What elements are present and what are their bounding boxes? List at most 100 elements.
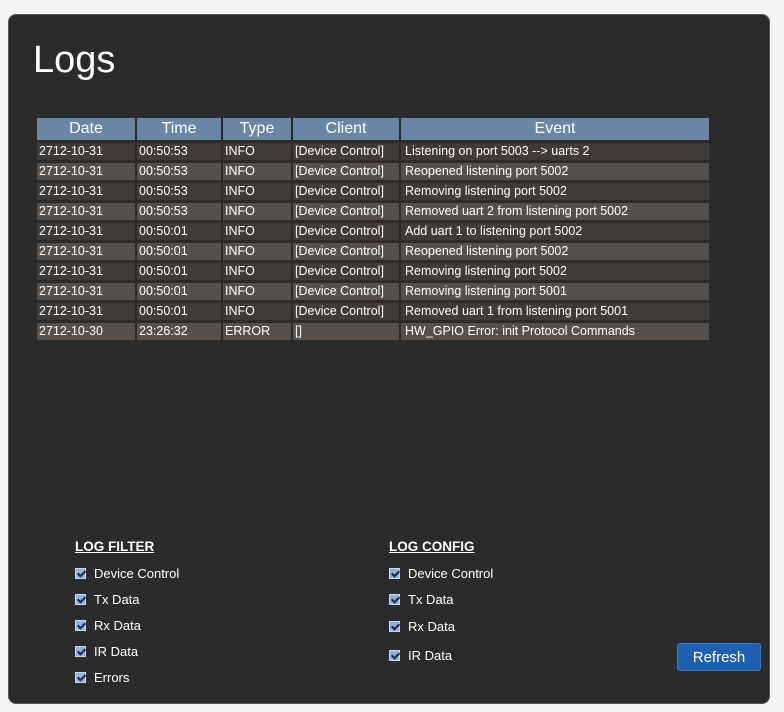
cell-client: [Device Control] xyxy=(293,303,399,320)
log-filter-item-label: Errors xyxy=(94,669,130,685)
log-config-item-label: IR Data xyxy=(408,647,453,663)
table-row[interactable]: 2712-10-31 00:50:01 INFO [Device Control] Re… xyxy=(37,243,709,260)
log-config-item-label: Device Control xyxy=(408,565,494,581)
cell-date: 2712-10-31 xyxy=(37,223,135,240)
checkbox-checked-icon[interactable] xyxy=(389,620,400,632)
page-title: Logs xyxy=(33,39,116,81)
checkbox-checked-icon[interactable] xyxy=(389,567,400,579)
cell-date: 2712-10-30 xyxy=(37,323,135,340)
cell-type: INFO xyxy=(223,203,291,220)
cell-date: 2712-10-31 xyxy=(37,163,135,180)
cell-client: [Device Control] xyxy=(293,263,399,280)
cell-date: 2712-10-31 xyxy=(37,263,135,280)
column-header-date[interactable]: Date xyxy=(37,118,135,140)
cell-time: 00:50:01 xyxy=(137,223,221,240)
table-row[interactable]: 2712-10-31 00:50:01 INFO [Device Control] Ad… xyxy=(37,223,709,240)
log-filter-item-label: Rx Data xyxy=(94,617,141,633)
log-filter-item-label: Device Control xyxy=(94,565,180,581)
log-filter-section: LOG FILTER Device Control Tx Data Rx Data I… xyxy=(75,539,179,690)
logs-panel: Logs Date Time Type Client Event 2712-10… xyxy=(8,14,770,704)
cell-date: 2712-10-31 xyxy=(37,283,135,300)
column-header-time[interactable]: Time xyxy=(137,118,221,140)
cell-type: INFO xyxy=(223,243,291,260)
checkbox-checked-icon[interactable] xyxy=(75,645,86,657)
log-config-heading: LOG CONFIG xyxy=(389,539,475,554)
cell-type: INFO xyxy=(223,143,291,160)
cell-client: [Device Control] xyxy=(293,223,399,240)
cell-type: ERROR xyxy=(223,323,291,340)
table-row[interactable]: 2712-10-30 23:26:32 ERROR[] HW_GPIO Error: … xyxy=(37,323,709,340)
log-config-section: LOG CONFIG Device Control Tx Data Rx Data I… xyxy=(389,539,493,670)
table-row[interactable]: 2712-10-31 00:50:01 INFO [Device Control] Re… xyxy=(37,303,709,320)
log-config-item-label: Rx Data xyxy=(408,618,455,634)
cell-date: 2712-10-31 xyxy=(37,143,135,160)
table-row[interactable]: 2712-10-31 00:50:53 INFO [Device Control] Re… xyxy=(37,163,709,180)
cell-time: 00:50:01 xyxy=(137,243,221,260)
table-header-row: Date Time Type Client Event xyxy=(37,118,709,140)
cell-client: [Device Control] xyxy=(293,203,399,220)
log-filter-item-label: Tx Data xyxy=(94,591,140,607)
log-config-item-label: Tx Data xyxy=(408,591,454,607)
cell-event: Removing listening port 5002 xyxy=(401,183,709,200)
checkbox-checked-icon[interactable] xyxy=(389,593,400,605)
cell-type: INFO xyxy=(223,223,291,240)
cell-event: Reopened listening port 5002 xyxy=(401,243,709,260)
cell-event: Removing listening port 5002 xyxy=(401,263,709,280)
checkbox-checked-icon[interactable] xyxy=(389,649,400,661)
table-row[interactable]: 2712-10-31 00:50:01 INFO [Device Control] Re… xyxy=(37,263,709,280)
log-config-item[interactable]: Device Control xyxy=(389,560,493,586)
log-config-item[interactable]: Rx Data xyxy=(389,612,493,640)
cell-client: [Device Control] xyxy=(293,283,399,300)
column-header-event[interactable]: Event xyxy=(401,118,709,140)
table-row[interactable]: 2712-10-31 00:50:53 INFO [Device Control] Re… xyxy=(37,183,709,200)
cell-event: Reopened listening port 5002 xyxy=(401,163,709,180)
cell-client: [Device Control] xyxy=(293,183,399,200)
checkbox-checked-icon[interactable] xyxy=(75,593,86,605)
cell-client: [Device Control] xyxy=(293,163,399,180)
log-filter-item-label: IR Data xyxy=(94,643,139,659)
log-filter-heading: LOG FILTER xyxy=(75,539,155,554)
cell-date: 2712-10-31 xyxy=(37,303,135,320)
log-filter-item[interactable]: Device Control xyxy=(75,560,179,586)
checkbox-checked-icon[interactable] xyxy=(75,619,86,631)
table-row[interactable]: 2712-10-31 00:50:53 INFO [Device Control] Li… xyxy=(37,143,709,160)
cell-time: 00:50:53 xyxy=(137,143,221,160)
cell-event: Removed uart 2 from listening port 5002 xyxy=(401,203,709,220)
column-header-type[interactable]: Type xyxy=(223,118,291,140)
column-header-client[interactable]: Client xyxy=(293,118,399,140)
cell-type: INFO xyxy=(223,263,291,280)
log-config-item[interactable]: Tx Data xyxy=(389,586,493,612)
cell-date: 2712-10-31 xyxy=(37,203,135,220)
logs-table: Date Time Type Client Event 2712-10-31 00… xyxy=(35,115,711,343)
log-filter-item[interactable]: Rx Data xyxy=(75,612,179,638)
cell-event: Removing listening port 5001 xyxy=(401,283,709,300)
log-filter-item[interactable]: Errors xyxy=(75,664,179,690)
cell-date: 2712-10-31 xyxy=(37,243,135,260)
cell-event: HW_GPIO Error: init Protocol Commands xyxy=(401,323,709,340)
cell-event: Listening on port 5003 --> uarts 2 xyxy=(401,143,709,160)
cell-event: Add uart 1 to listening port 5002 xyxy=(401,223,709,240)
cell-time: 00:50:53 xyxy=(137,203,221,220)
cell-event: Removed uart 1 from listening port 5001 xyxy=(401,303,709,320)
log-config-item[interactable]: IR Data xyxy=(389,640,493,670)
table-row[interactable]: 2712-10-31 00:50:01 INFO [Device Control] Re… xyxy=(37,283,709,300)
table-row[interactable]: 2712-10-31 00:50:53 INFO [Device Control] Re… xyxy=(37,203,709,220)
refresh-button[interactable]: Refresh xyxy=(677,643,761,671)
cell-type: INFO xyxy=(223,183,291,200)
cell-time: 00:50:01 xyxy=(137,263,221,280)
log-filter-item[interactable]: Tx Data xyxy=(75,586,179,612)
cell-time: 00:50:53 xyxy=(137,163,221,180)
cell-time: 00:50:53 xyxy=(137,183,221,200)
cell-client: [Device Control] xyxy=(293,143,399,160)
checkbox-checked-icon[interactable] xyxy=(75,671,86,683)
cell-type: INFO xyxy=(223,163,291,180)
cell-client: [Device Control] xyxy=(293,243,399,260)
cell-time: 23:26:32 xyxy=(137,323,221,340)
cell-time: 00:50:01 xyxy=(137,283,221,300)
cell-type: INFO xyxy=(223,283,291,300)
cell-date: 2712-10-31 xyxy=(37,183,135,200)
cell-time: 00:50:01 xyxy=(137,303,221,320)
cell-type: INFO xyxy=(223,303,291,320)
log-filter-item[interactable]: IR Data xyxy=(75,638,179,664)
checkbox-checked-icon[interactable] xyxy=(75,567,86,579)
